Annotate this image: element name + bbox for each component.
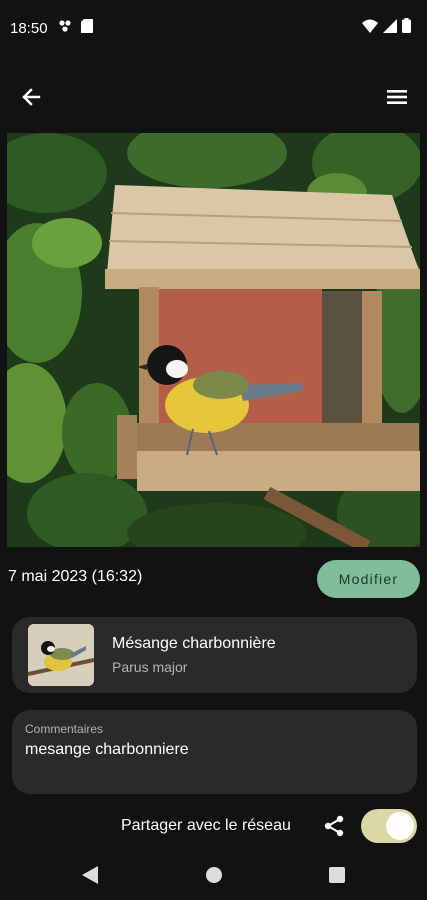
nav-recents-icon[interactable] [329,867,345,883]
share-toggle[interactable] [361,809,417,843]
status-time: 18:50 [10,19,48,37]
toggle-knob [386,812,414,840]
share-row: Partager avec le réseau [0,805,427,847]
nav-home-icon[interactable] [206,867,222,883]
observation-date: 7 mai 2023 (16:32) [8,568,143,585]
status-bar: 18:50 [0,0,427,56]
species-latin-name: Parus major [112,659,188,675]
comment-field[interactable]: Commentaires mesange charbonniere [12,710,417,794]
share-label: Partager avec le réseau [121,817,291,834]
wifi-icon [362,19,378,38]
comment-label: Commentaires [25,722,104,736]
signal-icon [383,18,397,38]
comment-value: mesange charbonniere [25,741,189,758]
back-button[interactable] [16,84,46,114]
battery-icon [402,18,411,38]
app-bar [0,72,427,124]
species-common-name: Mésange charbonnière [112,635,276,652]
share-icon [322,814,346,838]
species-card[interactable]: Mésange charbonnière Parus major [12,617,417,693]
observation-photo[interactable] [7,133,420,547]
species-thumbnail [28,624,94,686]
modify-button[interactable]: Modifier [317,560,420,598]
date-row: 7 mai 2023 (16:32) Modifier [0,558,427,600]
menu-button[interactable] [382,84,412,114]
system-nav-bar [0,852,427,900]
sim-card-icon [80,18,93,38]
fan-icon [58,19,72,38]
nav-back-icon[interactable] [82,866,98,889]
menu-icon [386,88,408,111]
back-arrow-icon [21,87,41,112]
